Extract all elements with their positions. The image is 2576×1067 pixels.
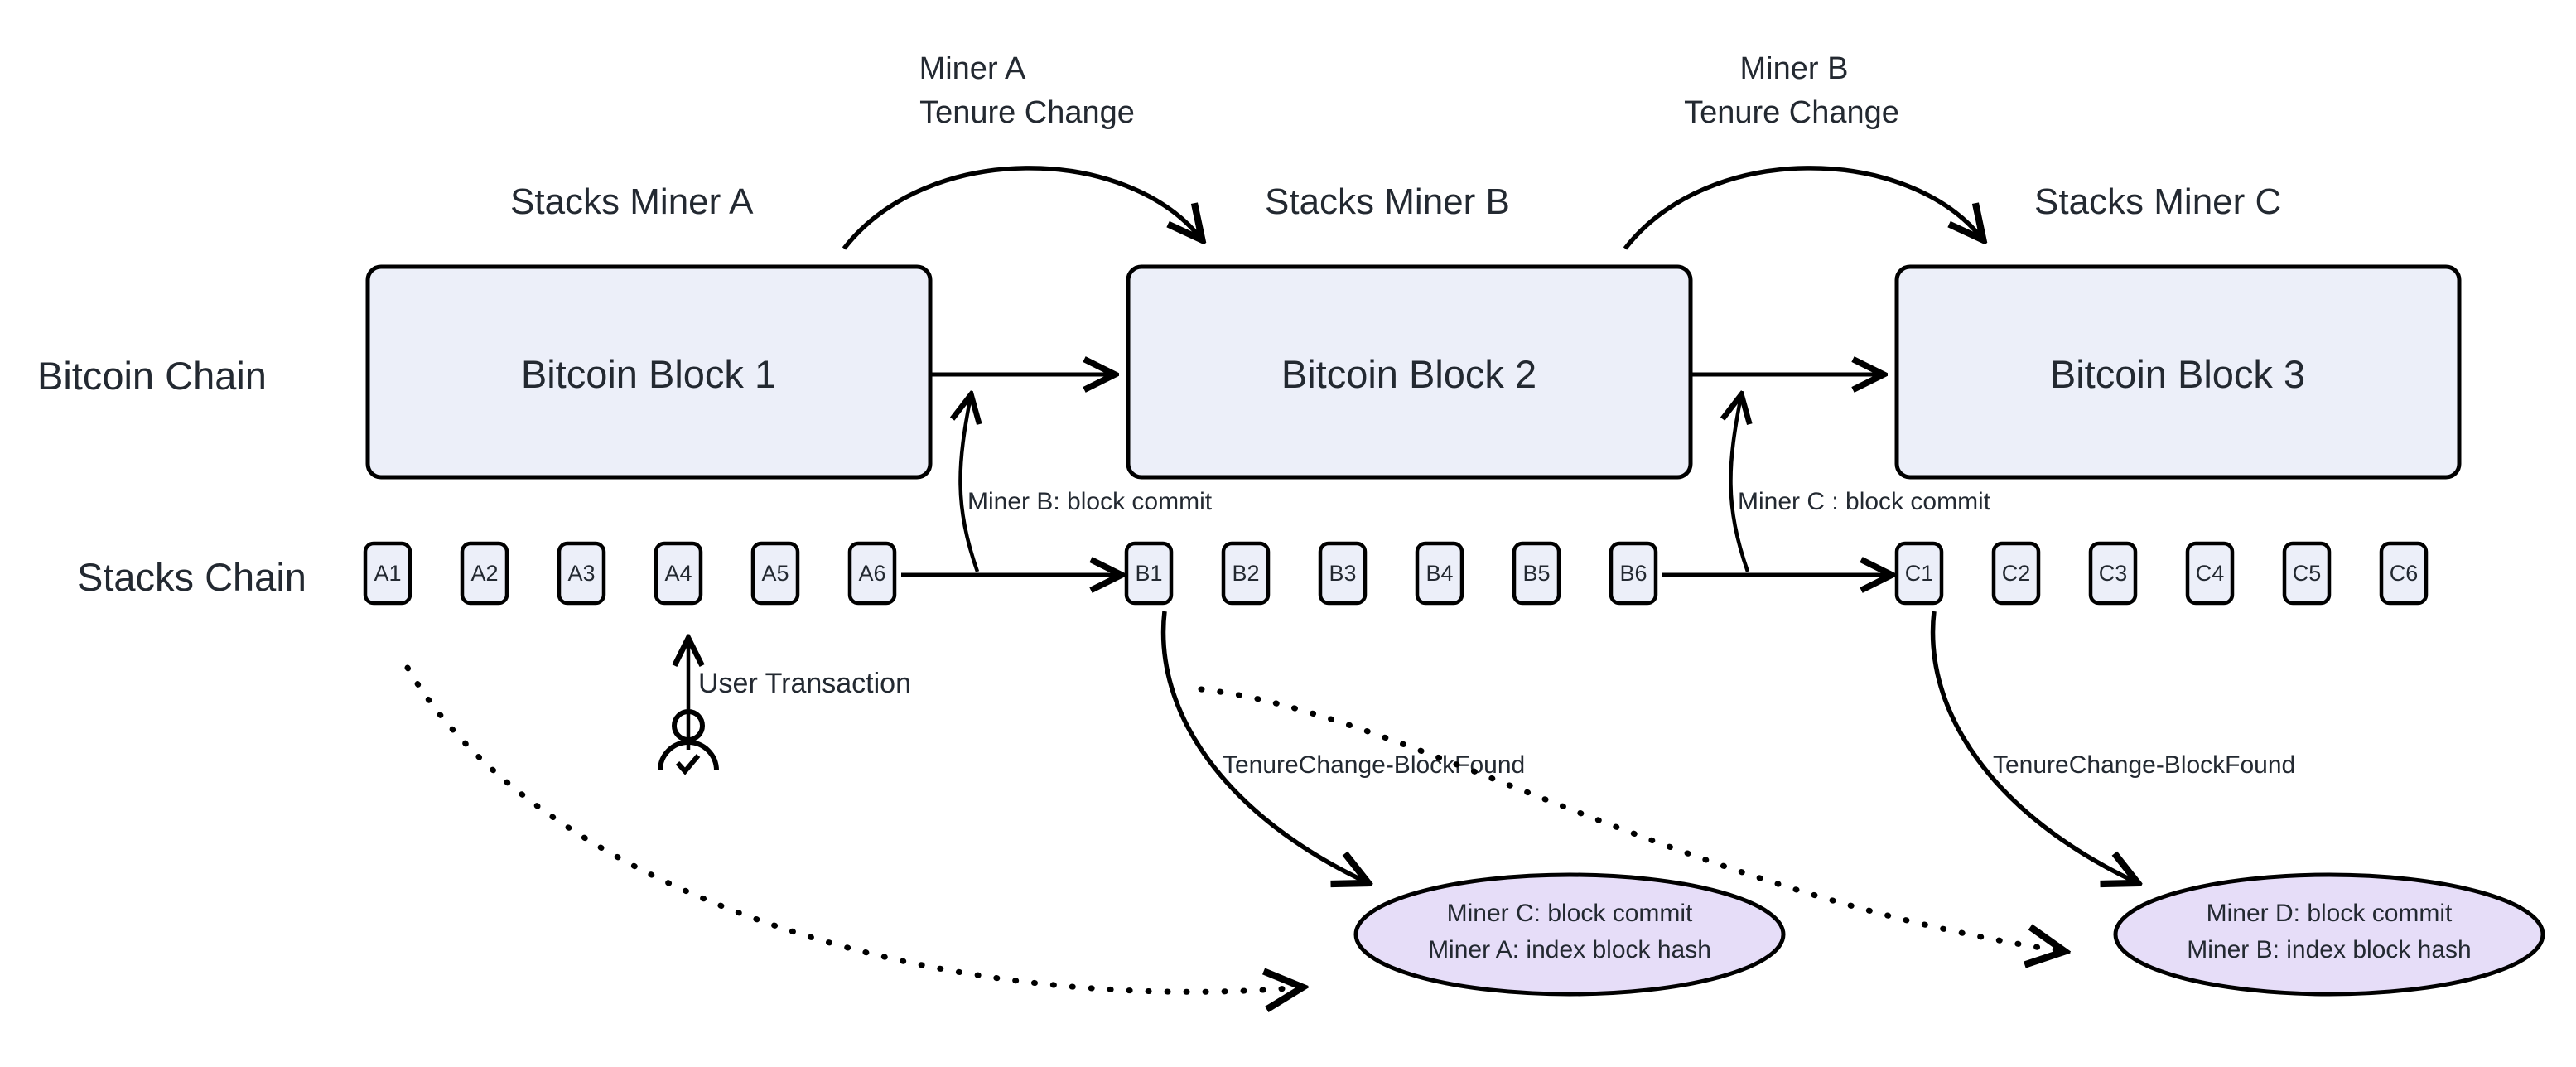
row-label-stacks-chain: Stacks Chain xyxy=(77,555,306,599)
ellipse-1-shape xyxy=(1353,872,1786,997)
miner-header-a: Stacks Miner A xyxy=(510,181,754,222)
stacks-tenure-b-group: B1 B2 B3 B4 B5 B6 xyxy=(1124,541,1658,606)
stacks-block-a2-label: A2 xyxy=(470,561,498,586)
diagram-canvas: Bitcoin Chain Stacks Chain Stacks Miner … xyxy=(0,0,2576,1067)
ellipse-1-line-2: Miner A: index block hash xyxy=(1428,936,1711,963)
stacks-tenure-c-group: C1 C2 C3 C4 C5 C6 xyxy=(1894,541,2429,606)
stacks-block-b6-label: B6 xyxy=(1619,561,1647,586)
miner-header-c: Stacks Miner C xyxy=(2034,181,2281,222)
tenurechange-blockfound-curve-1 xyxy=(1160,611,1367,882)
tenurechange-blockfound-curve-2 xyxy=(1930,611,2136,882)
stacks-block-b5-label: B5 xyxy=(1522,561,1550,586)
stacks-block-b1-label: B1 xyxy=(1135,561,1162,586)
tenure-change-arc-a xyxy=(842,166,1201,250)
block-commit-curve-b xyxy=(960,396,977,572)
stacks-block-c1-label: C1 xyxy=(1905,561,1934,586)
stacks-block-b2-label: B2 xyxy=(1232,561,1259,586)
ellipse-2-line-2: Miner B: index block hash xyxy=(2187,936,2472,963)
ellipse-2-shape xyxy=(2113,872,2545,997)
block-commit-note-c: Miner C : block commit xyxy=(1738,488,1991,515)
tenure-change-arc-b xyxy=(1623,166,1982,250)
stacks-block-c6-label: C6 xyxy=(2390,561,2419,586)
stacks-block-a1-label: A1 xyxy=(374,561,401,586)
tenure-change-label-a-line1: Miner A xyxy=(919,51,1026,86)
row-label-bitcoin-chain: Bitcoin Chain xyxy=(37,354,267,398)
stacks-block-a6-label: A6 xyxy=(858,561,885,586)
tenurechange-blockfound-note-1: TenureChange-BlockFound xyxy=(1223,751,1525,779)
bitcoin-block-2-label: Bitcoin Block 2 xyxy=(1281,352,1536,396)
ellipse-1-line-1: Miner C: block commit xyxy=(1447,900,1693,927)
stacks-block-b4-label: B4 xyxy=(1425,561,1453,586)
stacks-tenure-a-group: A1 A2 A3 A4 A5 A6 xyxy=(363,541,897,606)
block-commit-curve-c xyxy=(1730,396,1748,572)
stacks-block-a4-label: A4 xyxy=(664,561,692,586)
tenure-change-label-b-line1: Miner B xyxy=(1740,51,1849,86)
stacks-block-a3-label: A3 xyxy=(567,561,595,586)
stacks-block-b3-label: B3 xyxy=(1329,561,1356,586)
ellipse-2-line-1: Miner D: block commit xyxy=(2207,900,2453,927)
bitcoin-block-1-label: Bitcoin Block 1 xyxy=(521,352,776,396)
block-commit-note-b: Miner B: block commit xyxy=(967,488,1213,515)
miner-header-b: Stacks Miner B xyxy=(1265,181,1510,222)
stacks-block-c3-label: C3 xyxy=(2099,561,2128,586)
stacks-block-a5-label: A5 xyxy=(761,561,789,586)
stacks-block-c5-label: C5 xyxy=(2293,561,2322,586)
tenure-change-label-a-line2: Tenure Change xyxy=(919,95,1135,130)
stacks-block-c4-label: C4 xyxy=(2196,561,2225,586)
tenurechange-blockfound-note-2: TenureChange-BlockFound xyxy=(1993,751,2295,779)
diagram-svg: Bitcoin Chain Stacks Chain Stacks Miner … xyxy=(37,51,2545,1067)
dotted-curve-a4-to-ellipse-1 xyxy=(404,664,1300,992)
stacks-block-c2-label: C2 xyxy=(2002,561,2031,586)
tenure-change-label-b-line2: Tenure Change xyxy=(1684,95,1899,130)
user-transaction-label: User Transaction xyxy=(698,668,911,699)
bitcoin-block-3-label: Bitcoin Block 3 xyxy=(2050,352,2305,396)
